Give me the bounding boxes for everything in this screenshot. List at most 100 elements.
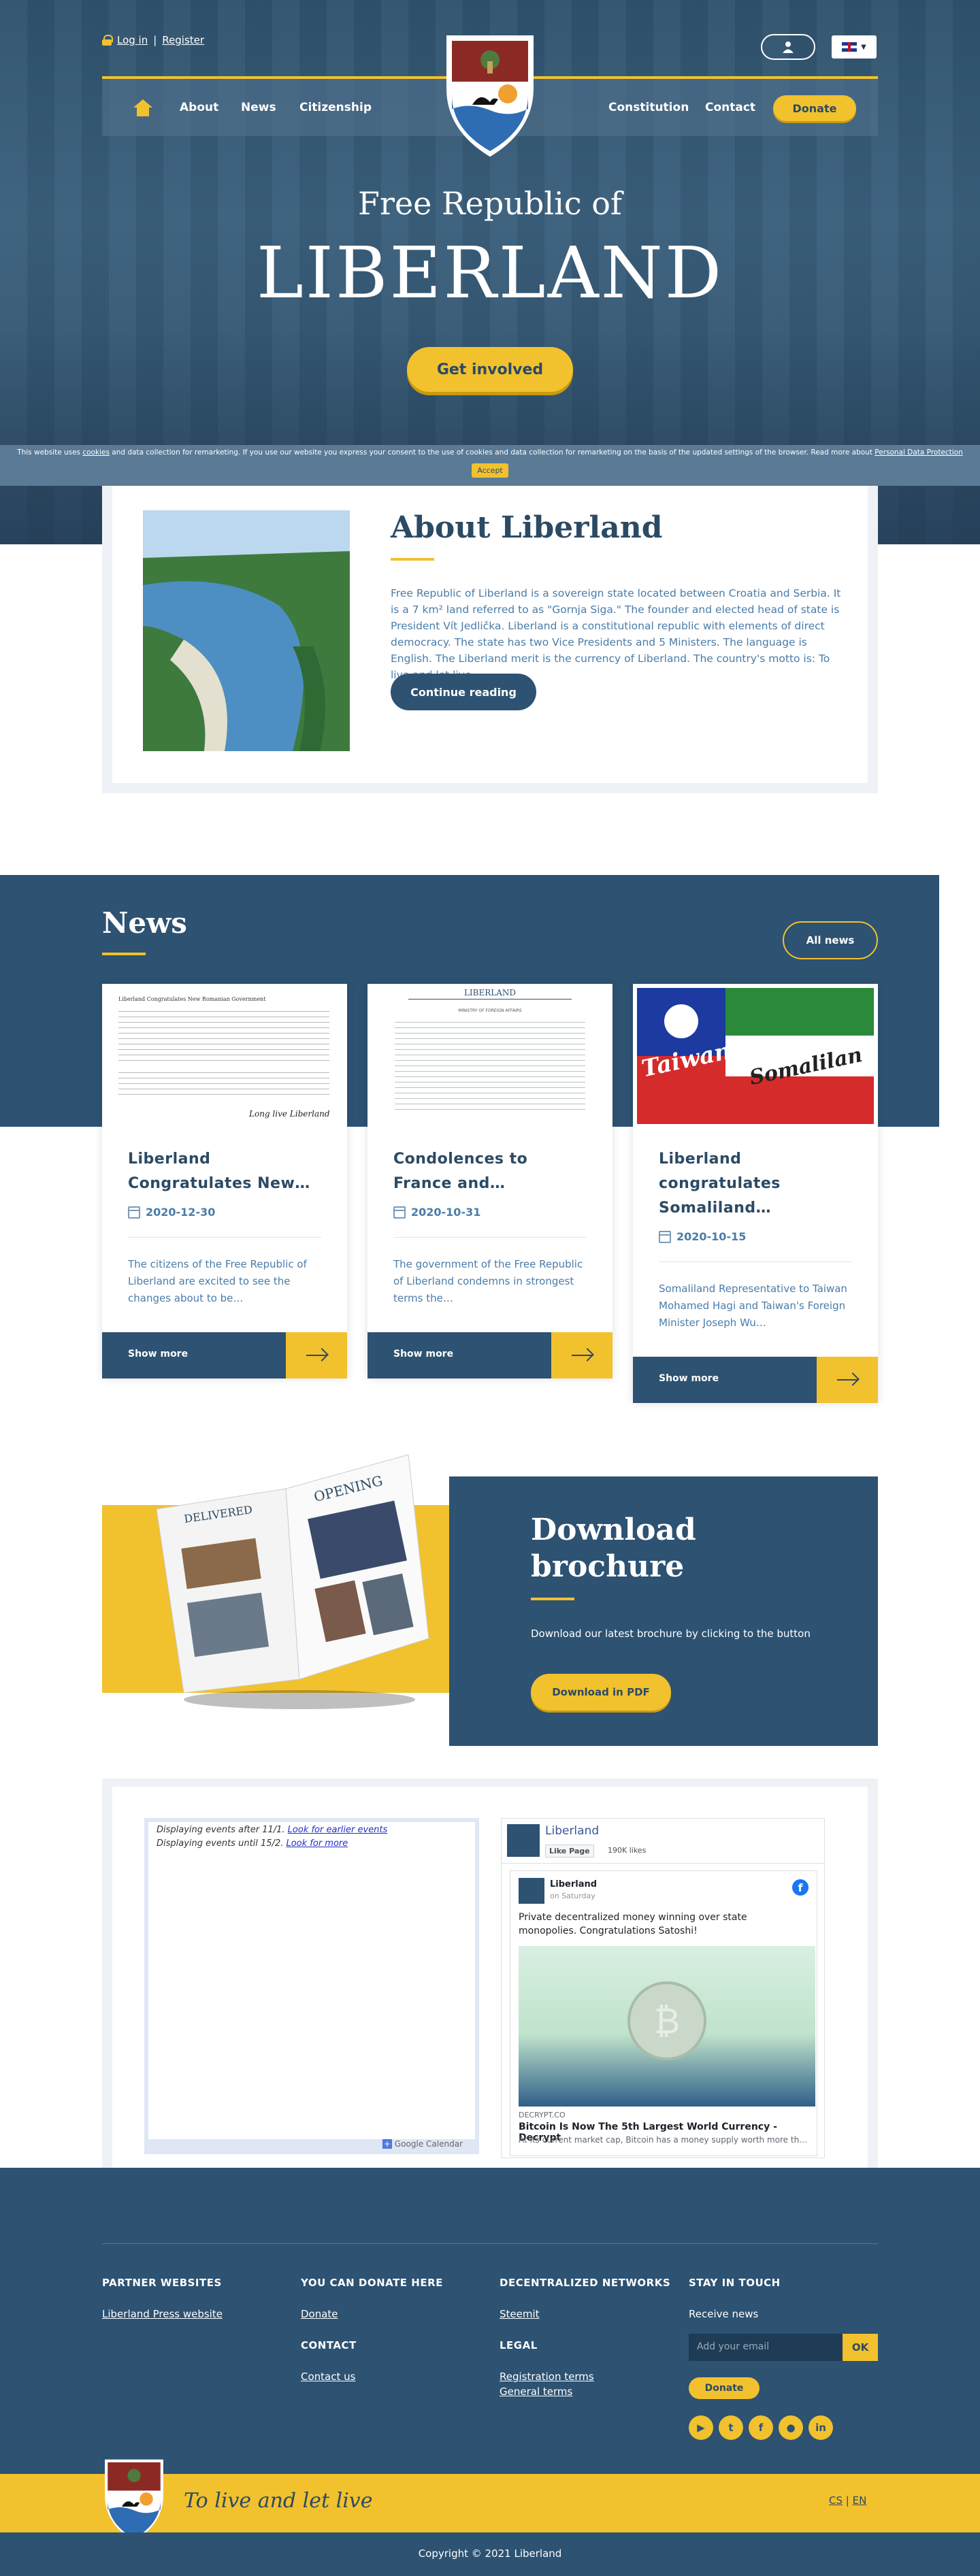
contact-us-link[interactable]: Contact us	[301, 2371, 355, 2383]
calendar-icon	[128, 1206, 140, 1219]
language-selector[interactable]: ▼	[832, 35, 877, 59]
liberland-crest-logo[interactable]	[445, 34, 535, 158]
calendar-range-until: Displaying events until 15/2. Look for m…	[157, 1838, 348, 1849]
arrow-right-icon[interactable]	[817, 1357, 878, 1403]
contact-heading: CONTACT	[301, 2339, 357, 2351]
motto-text: To live and let live	[184, 2489, 373, 2513]
footer-language-links: CS | EN	[829, 2494, 867, 2507]
news-card-date: 2020-10-15	[659, 1230, 746, 1243]
facebook-page-name[interactable]: Liberland	[545, 1824, 599, 1838]
footer-donate-link[interactable]: Donate	[301, 2308, 338, 2320]
facebook-post[interactable]: Liberland on Saturday f Private decentra…	[510, 1870, 817, 2156]
post-author[interactable]: Liberland	[550, 1879, 597, 1889]
auth-links: Log in | Register	[102, 34, 204, 46]
google-calendar-widget[interactable]: Displaying events after 11/1. Look for e…	[144, 1818, 479, 2154]
facebook-page-header: Liberland Like Page 190K likes	[502, 1819, 824, 1864]
nav-contact[interactable]: Contact	[705, 79, 755, 136]
user-icon	[783, 42, 794, 53]
auth-separator: |	[153, 34, 157, 46]
footer-divider	[102, 2243, 878, 2244]
register-link[interactable]: Register	[162, 34, 204, 46]
link-source: DECRYPT.CO	[519, 2111, 566, 2119]
linkedin-icon[interactable]: in	[808, 2415, 833, 2440]
about-text: Free Republic of Liberland is a sovereig…	[391, 587, 841, 681]
news-card-title[interactable]: Condolences to France and…	[393, 1147, 591, 1196]
get-involved-button[interactable]: Get involved	[407, 347, 573, 392]
news-title-underline	[102, 953, 146, 955]
email-input[interactable]: Add your email	[689, 2334, 843, 2361]
user-account-button[interactable]	[761, 34, 815, 60]
link-description: At its current market cap, Bitcoin has a…	[519, 2135, 808, 2145]
footer	[0, 2168, 980, 2474]
like-page-button[interactable]: Like Page	[545, 1845, 594, 1857]
plus-icon: +	[382, 2139, 392, 2149]
news-card-excerpt: The government of the Free Republic of L…	[393, 1258, 583, 1304]
google-calendar-button[interactable]: + Google Calendar	[382, 2139, 463, 2149]
twitter-icon[interactable]: t	[719, 2415, 743, 2440]
footer-donate-button[interactable]: Donate	[689, 2377, 760, 2399]
donate-button[interactable]: Donate	[773, 95, 856, 121]
facebook-icon[interactable]: f	[749, 2415, 773, 2440]
facebook-page-widget[interactable]: Liberland Like Page 190K likes Liberland…	[501, 1818, 825, 2158]
more-events-link[interactable]: Look for more	[286, 1838, 348, 1849]
facebook-icon[interactable]: f	[792, 1879, 808, 1896]
reddit-icon[interactable]: ●	[779, 2415, 803, 2440]
news-card-excerpt: The citizens of the Free Republic of Lib…	[128, 1258, 307, 1304]
news-card-title[interactable]: Liberland congratulates Somaliland…	[659, 1147, 856, 1221]
news-card-excerpt: Somaliland Representative to Taiwan Moha…	[659, 1283, 847, 1329]
cookie-accept-button[interactable]: Accept	[472, 463, 508, 478]
calendar-icon	[393, 1206, 406, 1219]
liberland-press-link[interactable]: Liberland Press website	[102, 2308, 223, 2320]
show-more-button[interactable]: Show more	[368, 1332, 612, 1378]
bitcoin-image[interactable]: ₿	[519, 1946, 815, 2107]
nav-news[interactable]: News	[241, 79, 276, 136]
brochure-text: Download our latest brochure by clicking…	[531, 1628, 811, 1640]
news-card[interactable]: LIBERLAND MINISTRY OF FOREIGN AFFAIRS Co…	[368, 984, 612, 1378]
home-icon[interactable]	[133, 99, 152, 117]
continue-reading-button[interactable]: Continue reading	[391, 674, 536, 710]
svg-text:₿: ₿	[654, 2001, 681, 2042]
brochure-title-underline	[531, 1598, 574, 1600]
cookies-link[interactable]: cookies	[82, 448, 110, 457]
lang-en-link[interactable]: EN	[853, 2494, 867, 2507]
news-card[interactable]: Taiwan Somalilan Liberland congratulates…	[633, 984, 878, 1403]
receive-news-label: Receive news	[689, 2308, 759, 2320]
brochure-book-image: DELIVERED OPENING	[143, 1448, 449, 1720]
earlier-events-link[interactable]: Look for earlier events	[288, 1825, 388, 1835]
personal-data-link[interactable]: Personal Data Protection	[875, 448, 963, 457]
hero-title: LIBERLAND	[256, 231, 724, 314]
all-news-button[interactable]: All news	[783, 921, 878, 959]
page-avatar[interactable]	[507, 1824, 540, 1857]
lock-icon	[102, 35, 113, 46]
login-link[interactable]: Log in	[117, 34, 148, 46]
post-avatar[interactable]	[519, 1878, 544, 1904]
registration-terms-link[interactable]: Registration terms	[500, 2371, 594, 2383]
about-title-underline	[391, 558, 434, 561]
news-thumbnail-letter: LIBERLAND MINISTRY OF FOREIGN AFFAIRS	[368, 984, 612, 1127]
about-title: About Liberland	[391, 510, 663, 545]
news-thumbnail-flags: Taiwan Somalilan	[633, 984, 878, 1127]
chevron-down-icon: ▼	[861, 43, 866, 51]
lang-cs-link[interactable]: CS	[829, 2494, 843, 2507]
news-card[interactable]: Liberland Congratulates New Romanian Gov…	[102, 984, 347, 1378]
show-more-button[interactable]: Show more	[633, 1357, 878, 1403]
news-card-title[interactable]: Liberland Congratulates New…	[128, 1147, 325, 1196]
download-pdf-button[interactable]: Download in PDF	[531, 1674, 671, 1711]
legal-heading: LEGAL	[500, 2339, 538, 2351]
steemit-link[interactable]: Steemit	[500, 2308, 540, 2320]
show-more-button[interactable]: Show more	[102, 1332, 347, 1378]
copyright: Copyright © 2021 Liberland	[0, 2532, 980, 2576]
nav-about[interactable]: About	[180, 79, 218, 136]
subscribe-ok-button[interactable]: OK	[843, 2334, 878, 2361]
youtube-icon[interactable]: ▶	[689, 2415, 713, 2440]
nav-constitution[interactable]: Constitution	[608, 79, 689, 136]
news-card-date: 2020-10-31	[393, 1206, 480, 1219]
arrow-right-icon[interactable]	[286, 1332, 347, 1378]
footer-crest-logo[interactable]	[102, 2458, 166, 2543]
nav-citizenship[interactable]: Citizenship	[299, 79, 372, 136]
calendar-icon	[659, 1230, 671, 1243]
news-card-divider	[393, 1237, 587, 1238]
arrow-right-icon[interactable]	[551, 1332, 612, 1378]
partner-websites-heading: PARTNER WEBSITES	[102, 2277, 222, 2289]
general-terms-link[interactable]: General terms	[500, 2385, 572, 2398]
